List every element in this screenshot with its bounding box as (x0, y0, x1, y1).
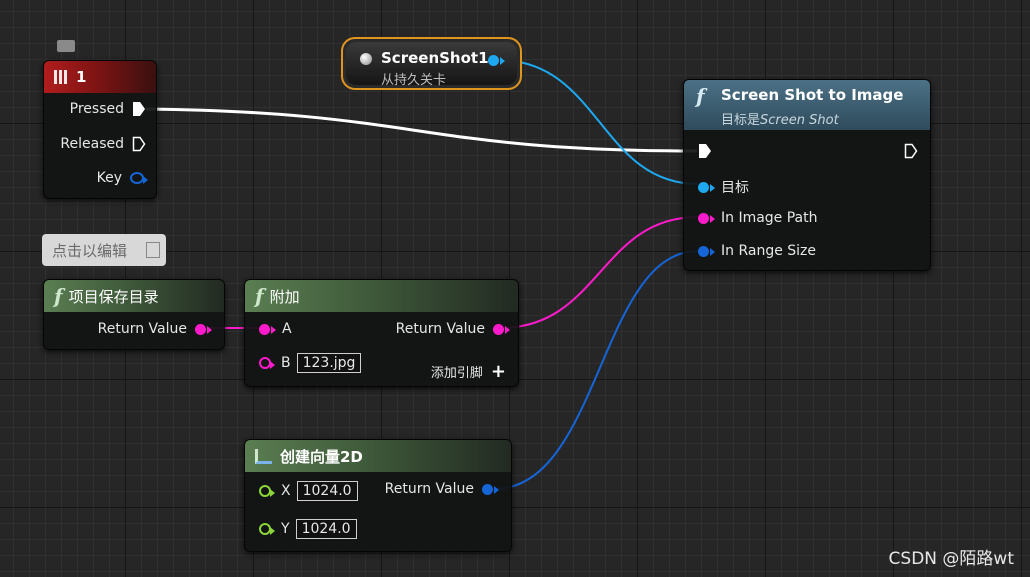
function-header: f Screen Shot to Image 目标是Screen Shot (684, 80, 930, 130)
function-header: f 项目保存目录 (44, 280, 224, 312)
range-size-pin[interactable]: In Range Size (698, 243, 816, 259)
plus-icon[interactable]: + (491, 362, 506, 380)
float-pin-icon[interactable] (259, 523, 275, 535)
return-value-pin[interactable]: Return Value (396, 321, 510, 337)
keyboard-event-node[interactable]: 1 Pressed Released Key (43, 60, 157, 199)
function-icon: f (255, 284, 264, 308)
string-pin-icon[interactable] (259, 357, 275, 369)
string-pin-icon[interactable] (493, 323, 510, 335)
actor-ball-icon (360, 53, 372, 65)
struct-pin-icon[interactable] (130, 172, 148, 184)
target-pin[interactable]: 目标 (698, 177, 749, 197)
exec-out-pin[interactable] (904, 143, 918, 159)
pin-b[interactable]: B 123.jpg (259, 353, 362, 373)
make-vector2d-node[interactable]: 创建向量2D X 1024.0 Y 1024.0 Return Value (244, 439, 512, 552)
edit-icon (146, 242, 160, 258)
exec-wire (145, 107, 698, 153)
function-icon: f (696, 84, 705, 108)
string-pin-icon[interactable] (698, 212, 715, 224)
function-title: 创建向量2D (280, 447, 363, 466)
x-value-field[interactable]: 1024.0 (296, 481, 358, 501)
vector-wire (493, 250, 699, 490)
y-value-field[interactable]: 1024.0 (295, 519, 357, 539)
function-title: 项目保存目录 (68, 287, 159, 306)
vector-pin-icon[interactable] (482, 483, 499, 495)
project-saved-dir-node[interactable]: f 项目保存目录 Return Value (43, 279, 225, 350)
exec-filled-icon[interactable] (132, 101, 146, 117)
key-pin[interactable]: Key (97, 170, 148, 186)
string-wire-image-path (499, 216, 699, 329)
exec-hollow-icon[interactable] (132, 136, 146, 152)
released-pin[interactable]: Released (60, 136, 146, 152)
screenshot-title: ScreenShot1 (381, 49, 489, 67)
pin-y[interactable]: Y 1024.0 (259, 519, 357, 539)
function-icon: f (54, 284, 63, 308)
function-header: f 附加 (245, 280, 518, 312)
function-title: Screen Shot to Image (721, 86, 904, 104)
b-value-field[interactable]: 123.jpg (296, 353, 362, 373)
function-title: 附加 (269, 287, 300, 306)
vector-pin-icon[interactable] (698, 245, 715, 257)
float-pin-icon[interactable] (259, 485, 275, 497)
pin-a[interactable]: A (259, 321, 292, 337)
object-wire (497, 59, 699, 185)
screenshot-subtitle: 从持久关卡 (381, 73, 447, 88)
string-pin-icon[interactable] (195, 323, 212, 335)
comment-icon[interactable] (57, 40, 75, 52)
function-subtitle: 目标是Screen Shot (721, 113, 839, 128)
make-struct-icon (255, 448, 272, 464)
keyboard-icon (54, 70, 68, 84)
pin-x[interactable]: X 1024.0 (259, 481, 358, 501)
append-node[interactable]: f 附加 A B 123.jpg Return Value 添加引脚 + (244, 279, 519, 387)
function-header: 创建向量2D (245, 440, 511, 472)
screen-shot-to-image-node[interactable]: f Screen Shot to Image 目标是Screen Shot 目标… (683, 79, 931, 271)
screenshot-variable-node[interactable]: ScreenShot1 从持久关卡 (341, 37, 522, 90)
string-pin-icon[interactable] (259, 323, 276, 335)
event-header: 1 (44, 61, 156, 93)
comment-bubble[interactable]: 点击以编辑 (42, 234, 166, 266)
watermark: CSDN @陌路wt (888, 549, 1014, 569)
add-pin-button[interactable]: 添加引脚 + (431, 362, 506, 381)
object-output-pin[interactable] (488, 55, 505, 66)
return-value-pin[interactable]: Return Value (98, 321, 212, 337)
image-path-pin[interactable]: In Image Path (698, 210, 818, 226)
event-title: 1 (76, 68, 87, 86)
object-pin-icon[interactable] (698, 181, 715, 193)
pressed-pin[interactable]: Pressed (70, 101, 146, 117)
return-value-pin[interactable]: Return Value (385, 481, 499, 497)
exec-in-pin[interactable] (698, 143, 712, 159)
